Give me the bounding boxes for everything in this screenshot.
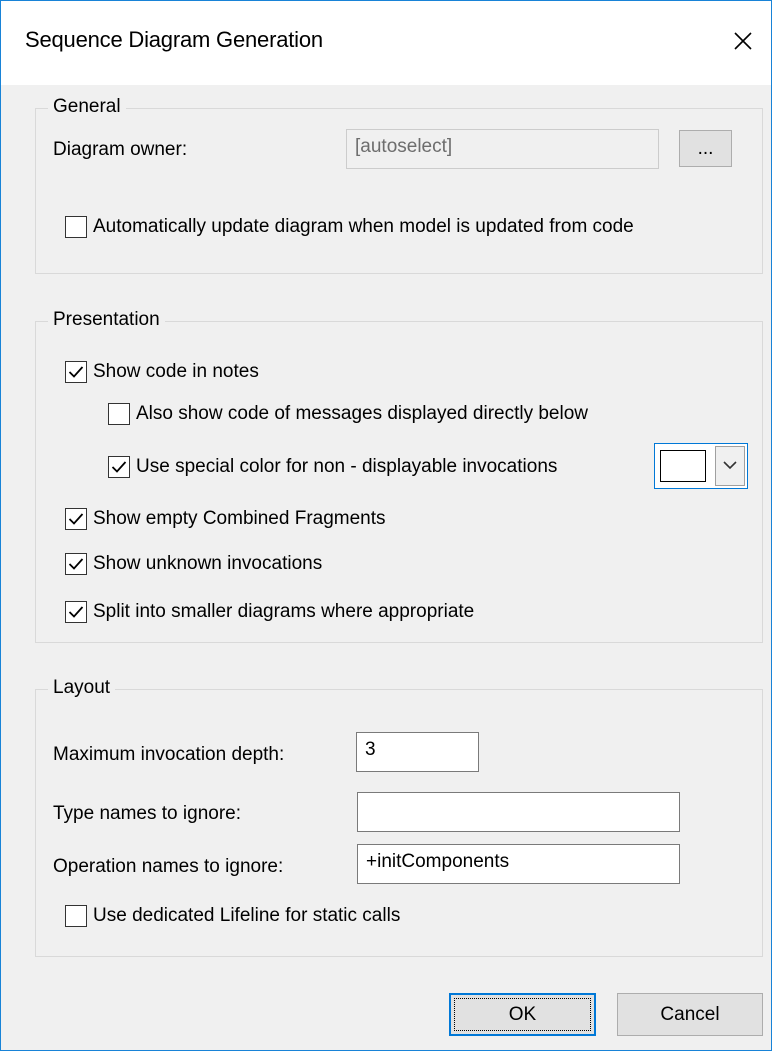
cancel-button[interactable]: Cancel	[617, 993, 763, 1036]
show-code-in-notes-checkbox-box[interactable]	[65, 361, 87, 383]
type-names-label: Type names to ignore:	[53, 803, 241, 824]
window-title: Sequence Diagram Generation	[25, 27, 323, 52]
show-empty-fragments-checkbox[interactable]: Show empty Combined Fragments	[65, 508, 386, 530]
use-special-color-checkbox[interactable]: Use special color for non - displayable …	[108, 456, 557, 478]
ok-button[interactable]: OK	[449, 993, 596, 1036]
max-depth-input[interactable]: 3	[356, 732, 479, 772]
chevron-down-icon	[722, 457, 738, 475]
layout-group-title: Layout	[48, 677, 116, 699]
dedicated-lifeline-label: Use dedicated Lifeline for static calls	[93, 905, 401, 926]
title-bar: Sequence Diagram Generation	[1, 1, 771, 85]
also-show-code-label: Also show code of messages displayed dir…	[136, 403, 589, 424]
show-unknown-invocations-checkbox[interactable]: Show unknown invocations	[65, 553, 322, 575]
presentation-group-title: Presentation	[48, 309, 165, 331]
split-diagrams-label: Split into smaller diagrams where approp…	[93, 601, 475, 622]
show-code-in-notes-checkbox[interactable]: Show code in notes	[65, 361, 259, 383]
show-empty-fragments-checkbox-box[interactable]	[65, 508, 87, 530]
show-unknown-invocations-checkbox-box[interactable]	[65, 553, 87, 575]
auto-update-checkbox[interactable]: Automatically update diagram when model …	[65, 216, 634, 238]
operation-names-input[interactable]: +initComponents	[357, 844, 680, 884]
also-show-code-checkbox[interactable]: Also show code of messages displayed dir…	[108, 403, 588, 425]
split-diagrams-checkbox-box[interactable]	[65, 601, 87, 623]
show-unknown-invocations-label: Show unknown invocations	[93, 553, 323, 574]
close-button[interactable]	[721, 21, 765, 65]
max-depth-label: Maximum invocation depth:	[53, 744, 285, 765]
split-diagrams-checkbox[interactable]: Split into smaller diagrams where approp…	[65, 601, 474, 623]
sequence-diagram-generation-dialog: Sequence Diagram Generation General Diag…	[0, 0, 772, 1051]
general-group-title: General	[48, 96, 126, 118]
cancel-button-label: Cancel	[660, 1003, 720, 1025]
special-color-swatch	[660, 450, 706, 482]
diagram-owner-label: Diagram owner:	[53, 139, 188, 160]
focus-rect	[454, 998, 591, 1031]
browse-owner-button[interactable]: ...	[679, 130, 732, 167]
also-show-code-checkbox-box[interactable]	[108, 403, 130, 425]
special-color-picker[interactable]	[654, 443, 748, 489]
operation-names-label: Operation names to ignore:	[53, 856, 284, 877]
auto-update-checkbox-box[interactable]	[65, 216, 87, 238]
diagram-owner-field[interactable]: [autoselect]	[346, 129, 659, 169]
color-dropdown-button[interactable]	[715, 446, 745, 486]
type-names-input[interactable]	[357, 792, 680, 832]
show-code-in-notes-label: Show code in notes	[93, 361, 259, 382]
use-special-color-label: Use special color for non - displayable …	[136, 456, 558, 477]
close-icon	[733, 31, 753, 56]
dedicated-lifeline-checkbox[interactable]: Use dedicated Lifeline for static calls	[65, 905, 400, 927]
show-empty-fragments-label: Show empty Combined Fragments	[93, 508, 386, 529]
dedicated-lifeline-checkbox-box[interactable]	[65, 905, 87, 927]
use-special-color-checkbox-box[interactable]	[108, 456, 130, 478]
auto-update-label: Automatically update diagram when model …	[93, 216, 634, 237]
